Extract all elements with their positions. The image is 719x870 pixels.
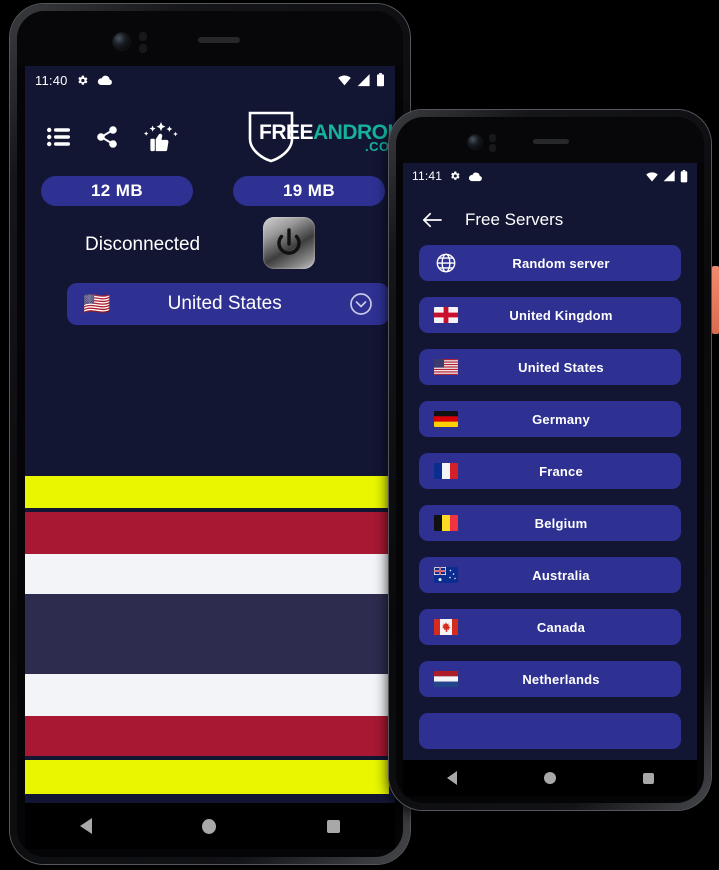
connection-status-label: Disconnected <box>85 234 201 255</box>
server-list-item-belgium[interactable]: Belgium <box>419 505 681 541</box>
phone1-status-bar: 11:40 <box>25 66 395 94</box>
nav-home-button[interactable] <box>202 818 217 834</box>
nav-home-button[interactable] <box>543 772 556 784</box>
banner-band <box>25 476 393 508</box>
nav-recents-button[interactable] <box>326 819 340 833</box>
light-sensor-icon <box>489 144 496 152</box>
wifi-icon <box>337 74 352 86</box>
server-list-item-random-server[interactable]: Random server <box>419 245 681 281</box>
server-name-label: Canada <box>536 619 586 635</box>
gear-icon <box>449 170 461 182</box>
page-title: Free Servers <box>465 210 564 229</box>
proximity-sensor-icon <box>489 134 496 142</box>
server-name-label: Random server <box>512 255 610 271</box>
server-list-item-united-states[interactable]: United States <box>419 349 681 385</box>
server-list-item-germany[interactable]: Germany <box>419 401 681 437</box>
free-servers-app-bar: Free Servers <box>403 199 697 241</box>
phone1-top-bezel <box>17 11 403 66</box>
signal-icon <box>357 73 371 87</box>
status-bar-clock: 11:41 <box>412 169 443 183</box>
earpiece-speaker-icon <box>533 139 569 144</box>
chevron-down-icon[interactable] <box>349 292 373 316</box>
list-icon[interactable] <box>47 127 71 147</box>
arrow-back-icon[interactable] <box>421 211 443 229</box>
server-name-label: France <box>539 463 583 479</box>
vpn-home-screen: FREEANDROIDVPN .COM 12 MB 19 MB Disconne… <box>25 94 395 849</box>
phone1-chassis: 11:40 FREEANDRO .CO 12 MB 19 MB Disconne… <box>17 11 403 857</box>
server-name-label: Australia <box>532 567 590 583</box>
upload-usage-badge: 19 MB <box>233 176 385 206</box>
front-camera-icon <box>468 135 482 149</box>
home-toolbar: FREEANDROIDVPN .COM <box>25 110 395 163</box>
nav-recents-button[interactable] <box>642 772 654 784</box>
phone2-nav-bar <box>403 760 697 796</box>
earpiece-speaker-icon <box>198 37 240 43</box>
battery-icon <box>680 169 688 183</box>
server-list[interactable]: Random server United Kingdom United Stat… <box>403 245 697 760</box>
free-servers-screen: Free Servers Random server United Kingdo… <box>403 189 697 796</box>
rate-thumbs-up-icon[interactable] <box>143 122 179 152</box>
banner-band <box>25 674 395 716</box>
phone2-screen: 11:41 Free Servers Random server United … <box>403 163 697 796</box>
server-list-item-france[interactable]: France <box>419 453 681 489</box>
phone2-side-power-button[interactable] <box>712 266 719 334</box>
proximity-sensor-icon <box>139 32 147 41</box>
banner-band <box>25 512 395 554</box>
signal-icon <box>663 170 676 182</box>
cloud-icon <box>97 74 113 86</box>
gear-icon <box>76 74 89 87</box>
selected-country-label: United States <box>167 293 282 314</box>
phone2-status-bar: 11:41 <box>403 163 697 189</box>
power-icon <box>277 228 301 255</box>
server-name-label: Netherlands <box>522 671 600 687</box>
server-name-label: Germany <box>532 411 590 427</box>
phone2-top-bezel <box>396 117 704 163</box>
front-camera-icon <box>113 33 130 50</box>
battery-icon <box>376 73 385 87</box>
logo-free-text: FREE <box>259 121 314 144</box>
phone-device-primary: 11:40 FREEANDRO .CO 12 MB 19 MB Disconne… <box>10 4 410 864</box>
wifi-icon <box>645 171 659 182</box>
cloud-icon <box>468 171 483 182</box>
server-list-item-netherlands[interactable]: Netherlands <box>419 661 681 697</box>
flag-banner-graphic <box>25 476 395 794</box>
server-list-item-partial[interactable] <box>419 713 681 749</box>
server-list-item-canada[interactable]: Canada <box>419 609 681 645</box>
phone1-screen: 11:40 FREEANDRO .CO 12 MB 19 MB Disconne… <box>25 66 395 849</box>
phone2-chassis: 11:41 Free Servers Random server United … <box>396 117 704 803</box>
country-selector-button[interactable]: 🇺🇸 United States <box>67 283 389 325</box>
download-usage-badge: 12 MB <box>41 176 193 206</box>
power-toggle-button[interactable] <box>263 217 315 269</box>
phone-device-secondary: 11:41 Free Servers Random server United … <box>389 110 711 810</box>
banner-band <box>25 554 395 594</box>
server-name-label: United States <box>518 359 604 375</box>
light-sensor-icon <box>139 44 147 53</box>
server-list-item-australia[interactable]: Australia <box>419 557 681 593</box>
banner-band <box>25 760 389 794</box>
server-name-label: United Kingdom <box>509 307 613 323</box>
nav-back-button[interactable] <box>446 771 457 785</box>
share-icon[interactable] <box>95 125 119 149</box>
banner-band <box>25 594 395 674</box>
server-name-label: Belgium <box>534 515 588 531</box>
banner-band <box>25 716 395 756</box>
app-logo: FREEANDROIDVPN .COM <box>247 110 395 163</box>
server-list-item-united-kingdom[interactable]: United Kingdom <box>419 297 681 333</box>
nav-back-button[interactable] <box>80 818 93 834</box>
phone1-nav-bar <box>25 803 395 849</box>
status-bar-clock: 11:40 <box>35 72 68 88</box>
